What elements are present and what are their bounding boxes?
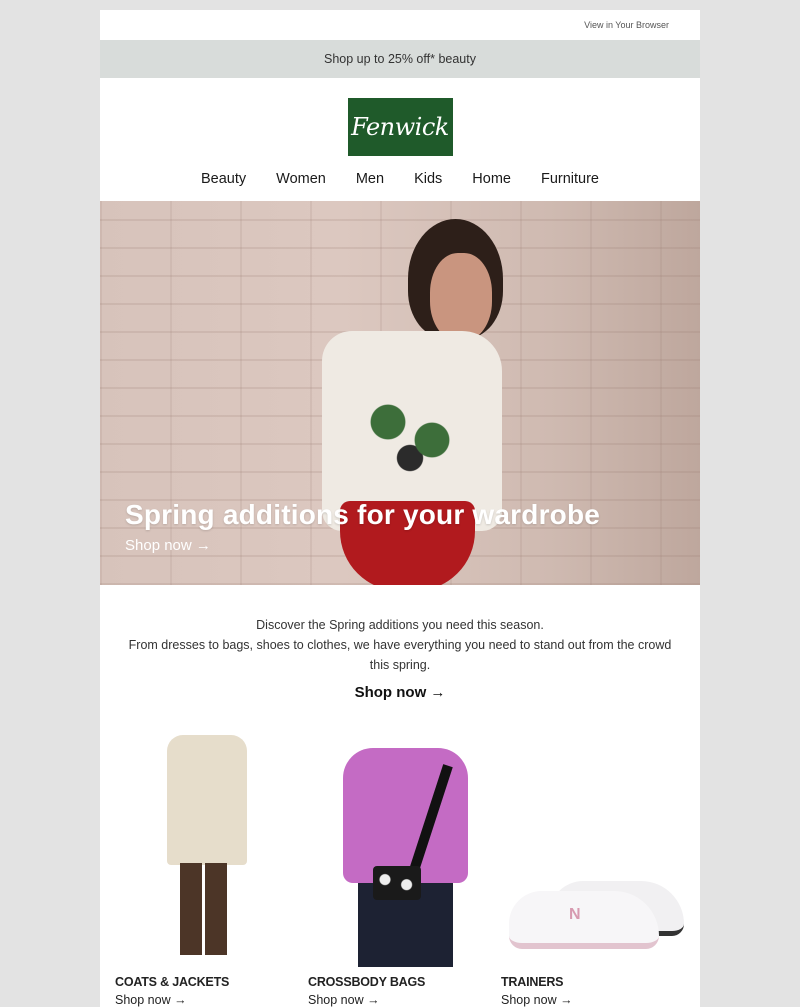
nav-item-women[interactable]: Women <box>276 171 326 187</box>
product-image-trainers[interactable]: N <box>501 723 694 967</box>
product-label[interactable]: CROSSBODY BAGS <box>308 975 501 989</box>
hero-model-face <box>430 253 492 341</box>
nav-item-beauty[interactable]: Beauty <box>201 171 246 187</box>
view-in-browser-link[interactable]: View in Your Browser <box>584 20 669 30</box>
product-label[interactable]: TRAINERS <box>501 975 694 989</box>
promo-text: Shop up to 25% off* beauty <box>324 52 476 66</box>
logo-area: Fenwick <box>100 78 700 156</box>
trouser-right-shape <box>205 863 227 955</box>
nav-item-kids[interactable]: Kids <box>414 171 442 187</box>
nav-item-furniture[interactable]: Furniture <box>541 171 599 187</box>
coat-shape <box>167 735 247 865</box>
product-grid: COATS & JACKETS Shop now → CROSSBODY BAG… <box>100 703 700 1007</box>
top-bar: View in Your Browser <box>100 10 700 40</box>
intro-shop-now-link[interactable]: Shop now → <box>355 683 446 703</box>
product-image-coats[interactable] <box>115 723 308 967</box>
fenwick-logo[interactable]: Fenwick <box>347 98 453 156</box>
hero-title: Spring additions for your wardrobe <box>125 499 601 530</box>
intro-section: Discover the Spring additions you need t… <box>100 585 700 703</box>
trouser-left-shape <box>180 863 202 955</box>
product-card-crossbody-bags[interactable]: CROSSBODY BAGS Shop now → <box>308 723 501 1007</box>
hero-tshirt-print <box>355 386 465 476</box>
email-container: View in Your Browser Shop up to 25% off*… <box>100 10 700 1007</box>
product-card-coats[interactable]: COATS & JACKETS Shop now → <box>115 723 308 1007</box>
trainer-logo-icon: N <box>569 906 581 923</box>
product-shop-link[interactable]: Shop now → <box>501 993 694 1007</box>
product-shop-link[interactable]: Shop now → <box>115 993 308 1007</box>
crossbody-bag-shape <box>373 866 421 900</box>
logo-text: Fenwick <box>351 113 449 141</box>
product-card-trainers[interactable]: N TRAINERS Shop now → <box>501 723 694 1007</box>
hero-banner[interactable]: Spring additions for your wardrobe Shop … <box>100 201 700 585</box>
nav-item-home[interactable]: Home <box>472 171 511 187</box>
intro-line-1: Discover the Spring additions you need t… <box>256 618 544 632</box>
hero-shop-now-link[interactable]: Shop now → <box>125 537 211 554</box>
main-nav: Beauty Women Men Kids Home Furniture <box>100 156 700 201</box>
product-image-crossbody-bags[interactable] <box>308 723 501 967</box>
hero-text: Spring additions for your wardrobe Shop … <box>125 499 600 555</box>
intro-line-2: From dresses to bags, shoes to clothes, … <box>128 638 672 672</box>
promo-banner[interactable]: Shop up to 25% off* beauty <box>100 40 700 78</box>
product-label[interactable]: COATS & JACKETS <box>115 975 308 989</box>
nav-item-men[interactable]: Men <box>356 171 384 187</box>
trainer-front-shape <box>509 891 659 949</box>
product-shop-link[interactable]: Shop now → <box>308 993 501 1007</box>
trainers-shape: N <box>509 881 684 951</box>
